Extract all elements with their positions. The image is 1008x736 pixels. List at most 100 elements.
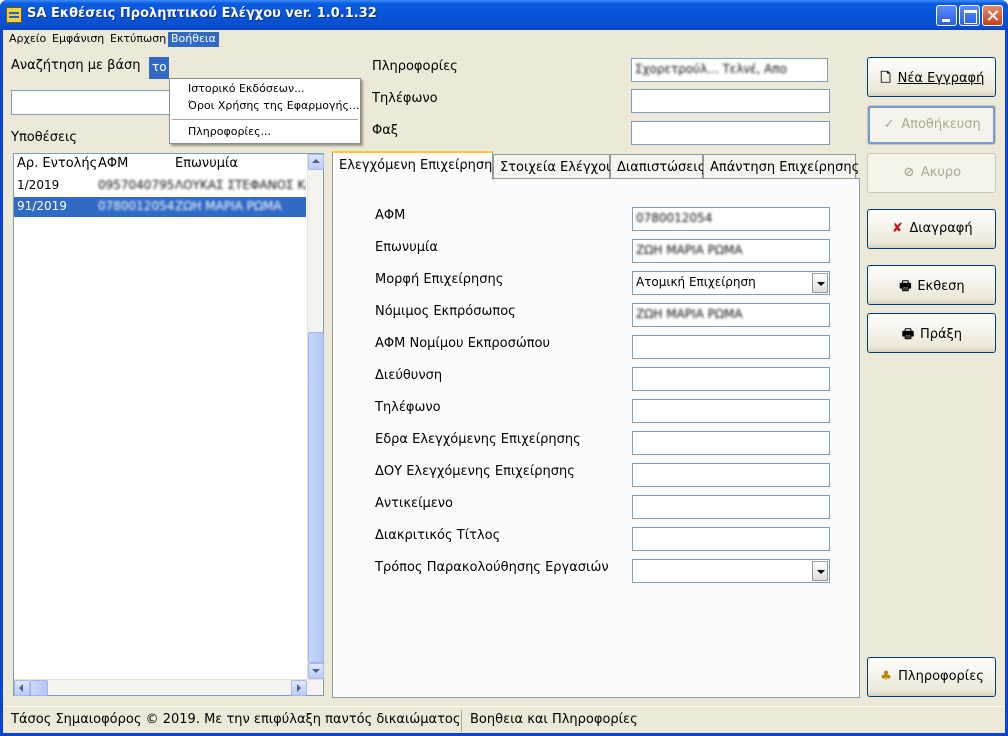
morfi-value: Ατομική Επιχείρηση: [636, 275, 756, 289]
tab-control-data[interactable]: Στοιχεία Ελέγχου: [493, 154, 614, 178]
menu-item-terms-of-use[interactable]: Όροι Χρήσης της Εφαρμογής...: [188, 98, 359, 114]
antikeimeno-label: Αντικείμενο: [375, 496, 453, 511]
nomimos-value: ΖΩΗ ΜΑΡΙΑ ΡΩΜΑ: [636, 307, 743, 321]
cancel-icon: ⊘: [903, 165, 915, 180]
vertical-scrollbar[interactable]: [307, 154, 324, 679]
column-afm[interactable]: ΑΦΜ: [98, 156, 128, 171]
printer-icon: 🖶: [899, 279, 912, 294]
edra-label: Εδρα Ελεγχόμενης Επιχείρησης: [375, 432, 581, 447]
menu-print[interactable]: Εκτύπωση: [107, 32, 169, 47]
new-record-label: Νέα Εγγραφή: [897, 71, 985, 86]
eponymia-value: ΖΩΗ ΜΑΡΙΑ ΡΩΜΑ: [636, 243, 743, 257]
column-name[interactable]: Επωνυμία: [175, 156, 238, 171]
status-copyright: Τάσος Σημαιοφόρος © 2019. Με την επιφύλα…: [5, 710, 462, 732]
client-area: Αρχείο Εμφάνιση Εκτύπωση Βοήθεια Αναζήτη…: [3, 30, 1005, 733]
app-icon: [6, 7, 22, 23]
business-phone-input[interactable]: [632, 399, 830, 423]
menu-file[interactable]: Αρχείο: [6, 32, 49, 47]
doy-input[interactable]: [632, 463, 830, 487]
phone-input[interactable]: [631, 89, 830, 113]
name-cell: ΛΟΥΚΑΣ ΣΤΕΦΑΝΟΣ ΚΑΙ: [175, 178, 306, 192]
address-label: Διεύθυνση: [375, 368, 443, 383]
list-header: Αρ. Εντολής ΑΦΜ Επωνυμία: [14, 154, 306, 174]
antikeimeno-input[interactable]: [632, 495, 830, 519]
hscroll-thumb[interactable]: [30, 680, 48, 696]
afm-input[interactable]: 0780012054: [632, 207, 830, 231]
new-record-button[interactable]: 🗋 Νέα Εγγραφή: [867, 57, 996, 97]
scroll-up-button[interactable]: [308, 154, 324, 170]
info-button-label: Πληροφορίες: [898, 669, 984, 684]
fax-input[interactable]: [631, 121, 830, 145]
delete-x-icon: ✘: [891, 221, 903, 236]
info-button[interactable]: ♣ Πληροφορίες: [867, 657, 996, 697]
scroll-right-button[interactable]: [291, 680, 307, 696]
order-cell: 91/2019: [17, 199, 67, 213]
tab-business-response[interactable]: Απάντηση Επιχείρησης: [703, 154, 859, 178]
menu-help[interactable]: Βοήθεια: [168, 32, 219, 47]
tab-business[interactable]: Ελεγχόμενη Επιχείρηση: [332, 151, 493, 180]
close-button[interactable]: [982, 5, 1003, 26]
new-document-icon: 🗋: [880, 71, 891, 86]
search-label: Αναζήτηση με βάση: [11, 58, 141, 73]
info-label: Πληροφορίες: [372, 59, 458, 74]
menu-item-version-history[interactable]: Ιστορικό Εκδόσεων...: [188, 81, 305, 97]
cases-list[interactable]: Αρ. Εντολής ΑΦΜ Επωνυμία 1/2019 09570407…: [13, 153, 324, 696]
report-button[interactable]: 🖶 Εκθεση: [867, 265, 996, 305]
business-phone-label: Τηλέφωνο: [375, 400, 441, 415]
status-bar: Τάσος Σημαιοφόρος © 2019. Με την επιφύλα…: [3, 706, 1005, 733]
delete-button[interactable]: ✘ Διαγραφή: [867, 209, 996, 249]
list-item[interactable]: 1/2019 0957040795 ΛΟΥΚΑΣ ΣΤΕΦΑΝΟΣ ΚΑΙ: [14, 176, 306, 196]
menu-view[interactable]: Εμφάνιση: [49, 32, 107, 47]
report-label: Εκθεση: [917, 279, 965, 294]
diakritikos-input[interactable]: [632, 527, 830, 551]
column-order[interactable]: Αρ. Εντολής: [17, 156, 97, 171]
afm-cell: 0957040795: [98, 178, 175, 192]
morfi-select[interactable]: Ατομική Επιχείρηση: [632, 271, 830, 295]
save-label: Αποθήκευση: [901, 117, 981, 132]
tab-findings[interactable]: Διαπιστώσεις: [610, 154, 705, 178]
list-item-selected[interactable]: 91/2019 0780012054 ΖΩΗ ΜΑΡΙΑ ΡΩΜΑ: [14, 197, 306, 217]
chevron-down-icon[interactable]: [812, 273, 828, 293]
help-menu-dropdown: Ιστορικό Εκδόσεων... Όροι Χρήσης της Εφα…: [169, 78, 361, 144]
scroll-thumb[interactable]: [308, 332, 324, 663]
minimize-button[interactable]: [936, 5, 957, 26]
afm-nomimou-input[interactable]: [632, 335, 830, 359]
delete-label: Διαγραφή: [909, 221, 973, 236]
maximize-button[interactable]: [959, 5, 980, 26]
horizontal-scrollbar[interactable]: [14, 679, 323, 696]
chevron-down-icon[interactable]: [812, 561, 828, 581]
cancel-label: Ακυρο: [920, 165, 962, 180]
info-field[interactable]: Σχορετρούλ... Τελνέ, Απο: [631, 58, 828, 82]
eponymia-input[interactable]: ΖΩΗ ΜΑΡΙΑ ΡΩΜΑ: [632, 239, 830, 263]
afm-nomimou-label: ΑΦΜ Νομίμου Εκπροσώπου: [375, 336, 551, 351]
edra-input[interactable]: [632, 431, 830, 455]
afm-value: 0780012054: [636, 211, 713, 225]
act-label: Πράξη: [919, 327, 963, 342]
search-field-combo[interactable]: το: [149, 57, 169, 79]
tropos-select[interactable]: [632, 559, 830, 583]
phone-label: Τηλέφωνο: [372, 91, 438, 106]
eponymia-label: Επωνυμία: [375, 240, 438, 255]
save-button[interactable]: ✓ Αποθήκευση: [867, 105, 996, 145]
menu-item-about[interactable]: Πληροφορίες...: [188, 124, 271, 140]
search-input[interactable]: [11, 90, 171, 115]
act-button[interactable]: 🖶 Πράξη: [867, 313, 996, 353]
menu-bar: Αρχείο Εμφάνιση Εκτύπωση Βοήθεια: [3, 30, 1005, 48]
tab-panel-business: ΑΦΜ 0780012054 Επωνυμία ΖΩΗ ΜΑΡΙΑ ΡΩΜΑ Μ…: [332, 178, 860, 698]
diakritikos-label: Διακριτικός Τίτλος: [375, 528, 501, 543]
menu-separator: [172, 119, 358, 120]
tropos-label: Τρόπος Παρακολούθησης Εργασιών: [375, 560, 609, 575]
info-people-icon: ♣: [880, 669, 892, 684]
order-cell: 1/2019: [17, 178, 60, 192]
checkmark-icon: ✓: [883, 117, 895, 132]
window-title: SA Εκθέσεις Προληπτικού Ελέγχου ver. 1.0…: [27, 6, 377, 21]
title-bar[interactable]: SA Εκθέσεις Προληπτικού Ελέγχου ver. 1.0…: [0, 0, 1008, 30]
scroll-left-button[interactable]: [14, 680, 30, 696]
nomimos-input[interactable]: ΖΩΗ ΜΑΡΙΑ ΡΩΜΑ: [632, 303, 830, 327]
scroll-down-button[interactable]: [308, 663, 324, 679]
name-cell: ΖΩΗ ΜΑΡΙΑ ΡΩΜΑ: [175, 199, 282, 213]
fax-label: Φαξ: [372, 123, 399, 138]
cancel-button[interactable]: ⊘ Ακυρο: [867, 153, 996, 193]
address-input[interactable]: [632, 367, 830, 391]
app-window: SA Εκθέσεις Προληπτικού Ελέγχου ver. 1.0…: [0, 0, 1008, 736]
